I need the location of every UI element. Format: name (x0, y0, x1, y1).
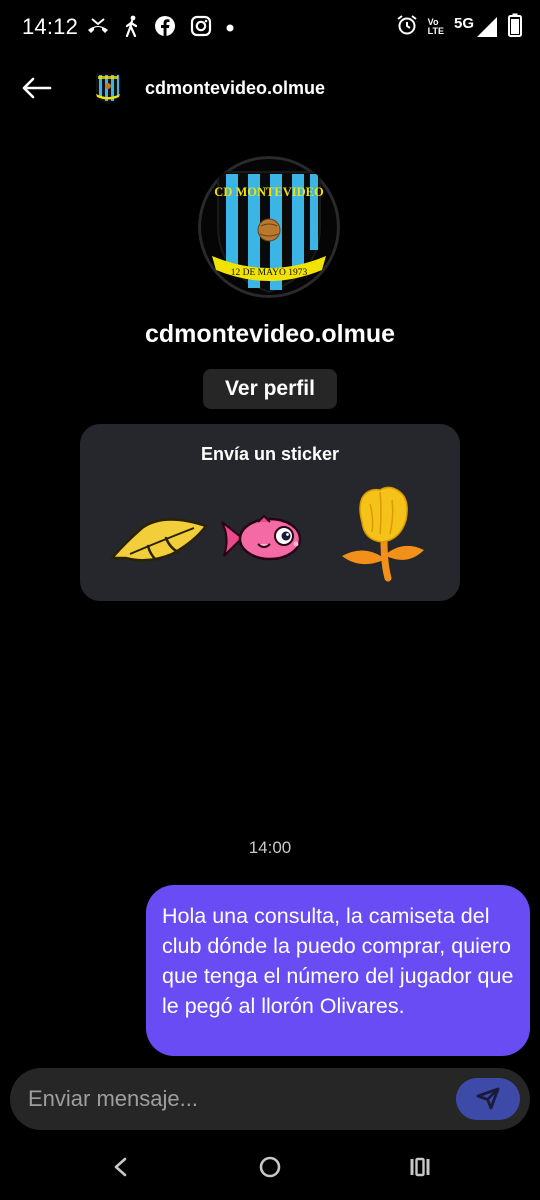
logo-ribbon-text: 12 DE MAYO 1973 (231, 268, 308, 278)
leaf-sticker[interactable] (108, 512, 208, 571)
facebook-icon (154, 15, 176, 42)
back-arrow-icon (20, 76, 52, 103)
signal-icon: 5G (454, 15, 498, 39)
nav-back-button[interactable] (100, 1154, 140, 1184)
message-timestamp: 14:00 (248, 838, 292, 857)
nav-recents-button[interactable] (400, 1154, 440, 1184)
nav-home-button[interactable] (250, 1154, 290, 1184)
battery-icon (508, 13, 522, 42)
instagram-icon (190, 15, 212, 42)
header-avatar[interactable] (88, 68, 128, 108)
sent-message-bubble[interactable]: Hola una consulta, la camiseta del club … (146, 885, 530, 1056)
sticker-prompt-card: Envía un sticker (80, 424, 460, 601)
status-time: 14:12 (22, 14, 79, 39)
header-title[interactable]: cdmontevideo.olmue (145, 78, 325, 99)
flower-sticker[interactable] (334, 484, 428, 587)
alarm-icon (396, 14, 418, 41)
walking-icon (124, 15, 140, 42)
nav-back-icon (113, 1157, 127, 1182)
sticker-prompt-title: Envía un sticker (200, 444, 340, 464)
back-button[interactable] (16, 72, 56, 106)
chat-header: cdmontevideo.olmue (0, 60, 540, 118)
volte-icon: Vo LTE (427, 17, 444, 36)
nav-recents-icon (409, 1157, 431, 1182)
send-button[interactable] (456, 1078, 520, 1120)
logo-top-text: CD MONTEVIDEO (214, 185, 324, 199)
fish-sticker[interactable] (220, 514, 304, 569)
view-profile-button[interactable]: Ver perfil (203, 369, 337, 409)
message-composer (10, 1068, 530, 1130)
send-icon (475, 1086, 501, 1113)
dot-icon (226, 19, 234, 37)
system-nav-bar (0, 1138, 540, 1200)
message-input[interactable] (28, 1068, 438, 1130)
missed-call-icon (86, 16, 110, 41)
message-text: Hola una consulta, la camiseta del club … (162, 904, 514, 1018)
profile-name: cdmontevideo.olmue (144, 320, 396, 348)
profile-avatar[interactable]: CD MONTEVIDEO 12 DE MAYO 1973 (198, 156, 340, 298)
nav-home-icon (258, 1155, 282, 1184)
status-bar: 14:12 Vo LTE 5G (0, 0, 540, 56)
